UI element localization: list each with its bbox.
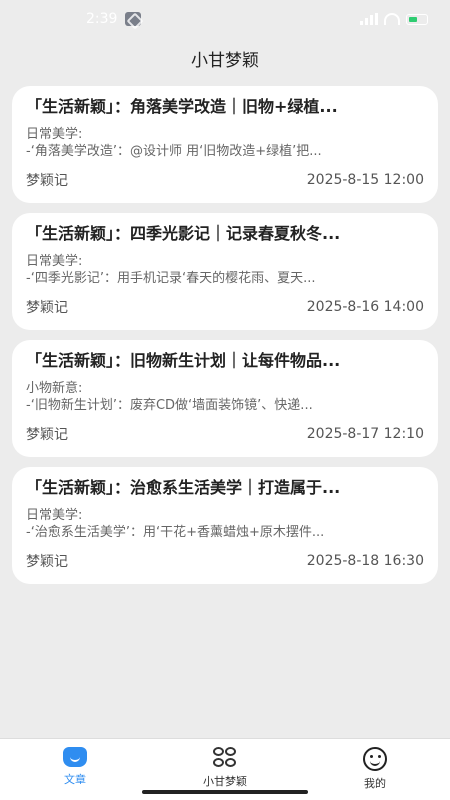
article-footer: 梦颖记 2025-8-17 12:10 (26, 424, 424, 444)
tab-label: 小甘梦颖 (203, 775, 247, 788)
signal-icon (360, 13, 378, 25)
smile-icon (363, 747, 387, 771)
wrench-icon (125, 12, 142, 26)
status-left: 2:39 (86, 11, 142, 27)
article-summary: -‘角落美学改造’：@设计师 用‘旧物改造+绿植’把... (26, 144, 322, 159)
article-summary: -‘四季光影记’：用手机记录‘春天的樱花雨、夏天... (26, 271, 316, 286)
article-icon (63, 747, 87, 767)
article-title: 「生活新颖」：四季光影记｜记录春夏秋冬... (26, 224, 341, 243)
article-date: 2025-8-18 16:30 (306, 553, 424, 569)
tab-xiaogan-mengying[interactable]: 小甘梦颖 (165, 747, 285, 789)
tab-articles[interactable]: 文章 (15, 747, 135, 787)
article-author: 梦颖记 (26, 173, 68, 189)
article-card[interactable]: 「生活新颖」：角落美学改造｜旧物+绿植... 日常美学: -‘角落美学改造’：@… (12, 86, 438, 203)
article-summary: -‘治愈系生活美学’：用‘干花+香薰蜡烛+原木摆件... (26, 525, 325, 540)
article-card[interactable]: 「生活新颖」：四季光影记｜记录春夏秋冬... 日常美学: -‘四季光影记’：用手… (12, 213, 438, 330)
article-card[interactable]: 「生活新颖」：旧物新生计划｜让每件物品... 小物新意: -‘旧物新生计划’：废… (12, 340, 438, 457)
article-category: 小物新意: (26, 381, 83, 396)
article-title: 「生活新颖」：治愈系生活美学｜打造属于... (26, 478, 341, 497)
tab-label: 文章 (64, 773, 86, 786)
tab-mine[interactable]: 我的 (315, 747, 435, 791)
page-title: 小甘梦颖 (191, 50, 259, 71)
status-time: 2:39 (86, 11, 118, 27)
article-author: 梦颖记 (26, 554, 68, 570)
status-right (360, 13, 428, 25)
article-category: 日常美学: (26, 508, 83, 523)
article-author: 梦颖记 (26, 300, 68, 316)
battery-icon (406, 13, 428, 25)
title-bar: 小甘梦颖 (0, 38, 450, 78)
article-category: 日常美学: (26, 254, 83, 269)
tab-label: 我的 (364, 777, 386, 790)
article-summary: -‘旧物新生计划’：废弃CD做‘墙面装饰镜’、快递... (26, 398, 313, 413)
status-bar: 2:39 (0, 0, 450, 38)
clover-grid-icon (212, 747, 238, 769)
wifi-icon (384, 13, 400, 25)
home-indicator (142, 790, 308, 794)
article-category: 日常美学: (26, 127, 83, 142)
article-card[interactable]: 「生活新颖」：治愈系生活美学｜打造属于... 日常美学: -‘治愈系生活美学’：… (12, 467, 438, 584)
article-date: 2025-8-17 12:10 (306, 426, 424, 442)
article-footer: 梦颖记 2025-8-15 12:00 (26, 170, 424, 190)
article-date: 2025-8-15 12:00 (306, 172, 424, 188)
article-list: 「生活新颖」：角落美学改造｜旧物+绿植... 日常美学: -‘角落美学改造’：@… (12, 86, 438, 594)
article-title: 「生活新颖」：角落美学改造｜旧物+绿植... (26, 97, 338, 116)
article-date: 2025-8-16 14:00 (306, 299, 424, 315)
article-footer: 梦颖记 2025-8-18 16:30 (26, 551, 424, 571)
article-footer: 梦颖记 2025-8-16 14:00 (26, 297, 424, 317)
article-title: 「生活新颖」：旧物新生计划｜让每件物品... (26, 351, 341, 370)
article-author: 梦颖记 (26, 427, 68, 443)
